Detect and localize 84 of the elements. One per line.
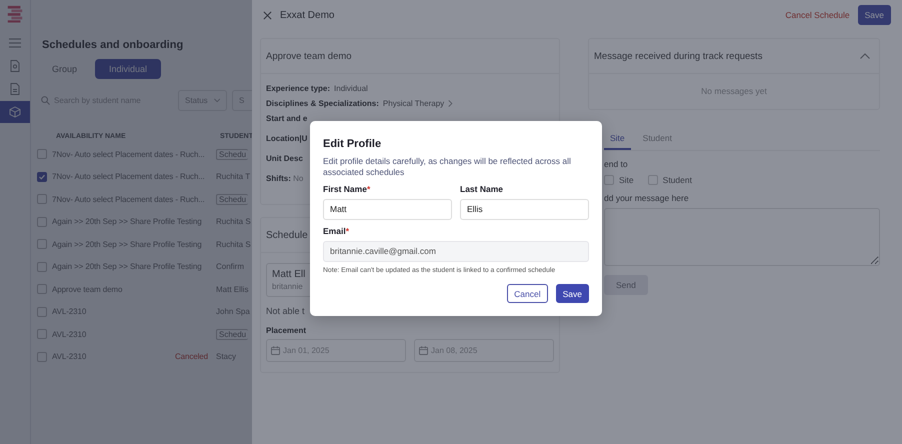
- table-cell: Schedu: [216, 194, 248, 205]
- field-label: First Name: [323, 184, 367, 194]
- note-text: Not able t: [266, 306, 305, 316]
- page-title: Schedules and onboarding: [42, 39, 184, 51]
- recipient-tab[interactable]: Site: [604, 128, 631, 150]
- chevron-down-icon: [214, 98, 220, 103]
- required-mark: *: [346, 226, 349, 236]
- table-cell: Again >> 20th Sep >> Share Profile Testing: [52, 262, 202, 272]
- calendar-icon: [419, 346, 428, 355]
- table-cell: Approve team demo: [52, 284, 122, 294]
- save-button[interactable]: Save: [858, 5, 891, 25]
- cancel-button[interactable]: Cancel: [507, 284, 548, 303]
- table-cell: Again >> 20th Sep >> Share Profile Testing: [52, 240, 202, 249]
- close-icon[interactable]: [263, 10, 272, 20]
- checkbox-label: Student: [662, 175, 692, 185]
- recipient-checkbox[interactable]: [604, 175, 614, 185]
- row-checkbox[interactable]: [37, 172, 47, 182]
- field-label: Location|U: [266, 134, 308, 143]
- row-checkbox[interactable]: [37, 216, 47, 227]
- view-tab[interactable]: Individual: [95, 59, 162, 79]
- text-field[interactable]: Matt: [323, 198, 452, 220]
- row-checkbox[interactable]: [37, 306, 47, 317]
- chevron-up-icon[interactable]: [860, 53, 870, 59]
- row-checkbox[interactable]: [37, 194, 47, 204]
- card-title: Schedule: [266, 230, 308, 240]
- table-cell: Ruchita S: [216, 240, 251, 249]
- sidebar-item[interactable]: [0, 101, 30, 123]
- chevron-right-icon[interactable]: [448, 100, 454, 107]
- field-label: Placement: [266, 326, 306, 335]
- logo-icon: [6, 5, 24, 23]
- save-button[interactable]: Save: [556, 284, 589, 303]
- field-label: Start and e: [266, 114, 308, 123]
- table-cell: Schedu: [216, 328, 248, 340]
- menu-icon: [9, 38, 21, 48]
- required-mark: *: [366, 184, 370, 194]
- dialog-title: Edit Profile: [323, 138, 382, 150]
- search-icon: [41, 96, 50, 105]
- table-cell: Ruchita T: [216, 172, 250, 182]
- card-title: Message received during track requests: [594, 50, 762, 62]
- row-checkbox[interactable]: [37, 262, 47, 272]
- document-icon: [10, 83, 20, 95]
- recipient-tab[interactable]: Student: [636, 128, 678, 150]
- field-label: Unit Desc: [266, 154, 303, 163]
- status-label: Canceled: [174, 352, 208, 362]
- table-cell: 7Nov- Auto select Placement dates - Ruch...: [52, 150, 205, 159]
- field-value: Individual: [334, 84, 368, 93]
- row-checkbox[interactable]: [37, 239, 47, 250]
- field-label: Disciplines & Specializations:: [266, 99, 379, 108]
- card-title: Approve team demo: [266, 50, 352, 62]
- table-cell: Schedu: [216, 148, 248, 160]
- text-field[interactable]: Ellis: [460, 198, 589, 220]
- table-cell: Ruchita S: [216, 217, 251, 226]
- student-email: britannie: [272, 282, 303, 291]
- field-label: Email: [323, 226, 346, 236]
- field-label: dd your message here: [604, 193, 690, 203]
- row-checkbox[interactable]: [37, 284, 47, 294]
- document-search-icon: [10, 60, 20, 72]
- table-cell: AVL-2310: [52, 307, 86, 316]
- table-cell: Again >> 20th Sep >> Share Profile Testing: [52, 217, 202, 226]
- row-checkbox[interactable]: [37, 329, 47, 340]
- table-cell: AVL-2310: [52, 330, 86, 339]
- row-checkbox[interactable]: [37, 149, 47, 160]
- view-tab[interactable]: Group: [42, 59, 88, 79]
- table-cell: 7Nov- Auto select Placement dates - Ruch...: [52, 172, 205, 182]
- student-name: Matt Ell: [272, 269, 306, 280]
- calendar-icon: [271, 346, 280, 355]
- table-cell: Matt Ellis: [216, 284, 248, 294]
- field-label: end to: [604, 159, 629, 169]
- row-checkbox[interactable]: [37, 352, 47, 362]
- table-cell: John Spa: [216, 307, 250, 316]
- field-label: Last Name: [460, 184, 503, 194]
- table-cell: Confirm: [216, 262, 244, 272]
- table-cell: Stacy: [216, 352, 236, 362]
- table-cell: AVL-2310: [52, 352, 86, 362]
- field-label: Shifts: No: [266, 174, 304, 183]
- field-label: Experience type:: [266, 84, 330, 93]
- cancel-schedule-link[interactable]: Cancel Schedule: [785, 10, 850, 20]
- checkbox-label: Site: [619, 175, 634, 185]
- table-cell: 7Nov- Auto select Placement dates - Ruch...: [52, 194, 205, 204]
- drawer-title: Exxat Demo: [280, 10, 334, 20]
- box-icon: [9, 106, 21, 118]
- recipient-checkbox[interactable]: [648, 175, 658, 185]
- dialog-description: Edit profile details carefully, as changes will be reflected across all associated schedules: [323, 156, 572, 179]
- message-field[interactable]: [604, 208, 880, 266]
